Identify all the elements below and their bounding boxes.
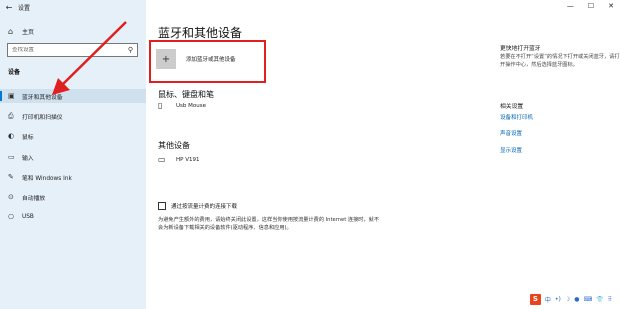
sidebar-item-usb[interactable]: ⎔ USB <box>0 210 146 224</box>
page-title: 蓝牙和其他设备 <box>158 26 243 40</box>
metered-download-option[interactable]: 通过按流量计费的连接下载 <box>158 202 237 210</box>
sidebar-item-label: 蓝牙和其他设备 <box>22 94 63 101</box>
minimize-icon[interactable]: — <box>567 2 574 10</box>
home-link[interactable]: ⌂ 主页 <box>0 24 146 38</box>
printer-icon: ⎙ <box>8 111 14 120</box>
back-arrow-icon[interactable]: ← <box>0 0 18 14</box>
sidebar-item-label: USB <box>22 214 34 220</box>
other-devices-heading: 其他设备 <box>158 141 190 150</box>
skin-icon[interactable]: 👕 <box>596 296 603 303</box>
mic-icon[interactable]: ● <box>574 296 579 303</box>
mouse-icon: ▯ <box>158 101 163 110</box>
device-usb-mouse[interactable]: ▯ Usb Mouse <box>158 101 206 110</box>
highlight-annotation <box>149 40 266 83</box>
related-settings-heading: 相关设置 <box>500 104 524 110</box>
sidebar-item-autoplay[interactable]: ⊙ 自动播放 <box>0 190 146 204</box>
sidebar: ← 设置 ⌂ 主页 ⚲ 设备 ▣ 蓝牙和其他设备 ⎙ 打印机和扫描仪 ◐ 鼠标 … <box>0 0 146 309</box>
search-box[interactable]: ⚲ <box>7 43 138 57</box>
bluetooth-devices-icon: ▣ <box>8 92 15 100</box>
pen-icon: ✎ <box>8 173 14 181</box>
close-icon[interactable]: ✕ <box>608 2 614 10</box>
metered-label: 通过按流量计费的连接下载 <box>171 204 238 210</box>
ime-logo-icon[interactable]: S <box>529 293 541 305</box>
sidebar-item-label: 打印机和扫描仪 <box>22 114 63 121</box>
home-label: 主页 <box>22 28 35 36</box>
home-icon: ⌂ <box>8 26 14 36</box>
link-devices-printers[interactable]: 设备和打印机 <box>500 113 533 121</box>
sidebar-item-label: 笔和 Windows Ink <box>22 175 72 182</box>
mouse-keyboard-pen-heading: 鼠标、键盘和笔 <box>158 90 214 99</box>
window-controls: — ☐ ✕ <box>567 0 614 12</box>
sidebar-item-typing[interactable]: ▭ 输入 <box>0 150 146 164</box>
search-icon[interactable]: ⚲ <box>128 46 133 54</box>
sidebar-item-printers[interactable]: ⎙ 打印机和扫描仪 <box>0 109 146 123</box>
monitor-icon: ▭ <box>158 155 166 164</box>
sidebar-item-label: 鼠标 <box>22 134 34 141</box>
sidebar-item-pen[interactable]: ✎ 笔和 Windows Ink <box>0 170 146 184</box>
device-name: Usb Mouse <box>176 102 206 109</box>
ime-language-icon[interactable]: 中 <box>545 295 551 304</box>
sidebar-item-mouse[interactable]: ◐ 鼠标 <box>0 129 146 143</box>
punctuation-icon[interactable]: •) <box>555 296 561 303</box>
link-display-settings[interactable]: 显示设置 <box>500 146 522 154</box>
grid-menu-icon[interactable]: ⠿ <box>608 296 612 303</box>
metered-checkbox[interactable] <box>158 202 166 210</box>
mouse-icon: ◐ <box>8 132 15 140</box>
search-input[interactable] <box>12 47 122 53</box>
keyboard-icon: ▭ <box>8 153 15 161</box>
keyboard-icon[interactable]: ⌨ <box>583 296 592 303</box>
autoplay-icon: ⊙ <box>8 193 14 201</box>
metered-description: 为避免产生额外的费用，请始终关闭此设置，这样当你使用按流量计费的 Interne… <box>158 217 380 231</box>
device-hp-monitor[interactable]: ▭ HP V191 <box>158 155 199 164</box>
maximize-icon[interactable]: ☐ <box>588 2 594 10</box>
link-sound-settings[interactable]: 声音设置 <box>500 129 522 137</box>
device-name: HP V191 <box>176 156 200 163</box>
system-tray: S 中 •) ☽ ● ⌨ 👕 ⠿ <box>529 293 612 305</box>
bluetooth-tip-heading: 更快地打开蓝牙 <box>500 46 541 52</box>
title-bar: ← 设置 <box>0 0 146 14</box>
sidebar-item-label: 输入 <box>22 155 34 162</box>
sidebar-item-bluetooth[interactable]: ▣ 蓝牙和其他设备 <box>0 89 146 103</box>
sidebar-item-label: 自动播放 <box>22 195 46 202</box>
app-title: 设置 <box>18 4 31 12</box>
moon-icon[interactable]: ☽ <box>565 296 570 303</box>
usb-icon: ⎔ <box>8 213 15 221</box>
section-label-devices: 设备 <box>8 69 21 76</box>
bluetooth-tip-text: 若要在不打开“设置”的情况下打开或关闭蓝牙，请打开操作中心，然后选择蓝牙图标。 <box>500 54 620 68</box>
